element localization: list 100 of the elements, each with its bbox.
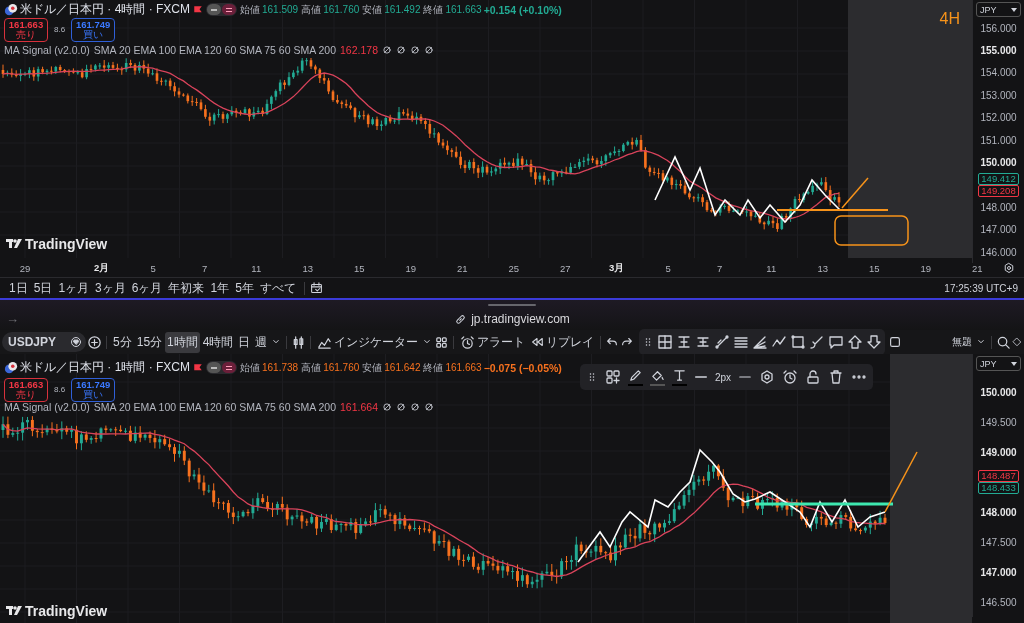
sell-button[interactable]: 161.663 売り (4, 378, 48, 402)
clock: 17:25:39 UTC+9 (944, 282, 1018, 294)
price-label: 153.000 (980, 89, 1017, 101)
time-label: 19 (920, 262, 932, 274)
symbol-title: 米ドル／日本円 · 4時間 · FXCM (20, 1, 190, 18)
line-width[interactable]: 2px (715, 371, 732, 383)
price-label: 150.000 (980, 386, 1017, 398)
price-label: 154.000 (980, 67, 1017, 79)
range-button[interactable]: 1年 (207, 279, 233, 297)
price-tag: 149.412 (978, 172, 1019, 185)
price-label: 151.000 (980, 134, 1017, 146)
time-label: 25 (508, 262, 520, 274)
indicator-name: MA Signal (v2.0.0) (4, 401, 90, 413)
range-button[interactable]: 5年 (232, 279, 257, 297)
ohlc-value: 161.492 (384, 4, 421, 15)
indicators-button[interactable]: インジケーター (315, 331, 421, 353)
url-text: jp.tradingview.com (471, 312, 570, 326)
ohlc-value: 161.663 (445, 362, 482, 373)
time-label: 21 (971, 262, 983, 274)
interval-button[interactable]: 日 (236, 331, 253, 353)
price-label: 149.500 (980, 416, 1017, 428)
ohlc-label: 始値 (240, 360, 260, 375)
sell-button[interactable]: 161.663 売り (4, 18, 48, 42)
indicator-value: 161.664 (340, 401, 378, 413)
price-label: 148.000 (980, 201, 1017, 213)
logo-text: TradingView (25, 603, 108, 619)
price-change: −0.075 (−0.05%) (483, 361, 562, 374)
price-label: 156.000 (980, 22, 1017, 34)
symbol-title: 米ドル／日本円 · 1時間 · FXCM (20, 359, 190, 376)
time-label: 15 (868, 262, 880, 274)
ohlc-label: 安値 (362, 360, 383, 375)
indicator-params: SMA 20 EMA 100 EMA 120 60 SMA 75 60 SMA 200 (93, 44, 337, 56)
ohlc-value: 161.760 (323, 4, 360, 15)
ohlc-label: 高値 (301, 360, 322, 375)
ohlc-value: 161.509 (262, 4, 299, 15)
time-label: 29 (19, 262, 31, 274)
range-button[interactable]: 5日 (30, 279, 56, 297)
buy-button[interactable]: 161.749 買い (71, 378, 116, 402)
price-change: +0.154 (+0.10%) (483, 3, 562, 16)
time-label: 21 (456, 262, 468, 274)
indicator-name: MA Signal (v2.0.0) (4, 44, 90, 56)
time-label: 13 (817, 262, 829, 274)
alert-button[interactable]: アラート (458, 331, 528, 353)
range-button[interactable]: 1ヶ月 (55, 279, 93, 297)
range-button[interactable]: 6ヶ月 (128, 279, 166, 297)
time-label: 11 (766, 262, 777, 274)
time-label: 2月 (94, 261, 110, 273)
price-tag: 148.487 (978, 470, 1019, 482)
ohlc-value: 161.663 (445, 4, 482, 15)
range-button[interactable]: 1日 (6, 279, 31, 297)
range-button[interactable]: すべて (256, 279, 299, 297)
price-tag: 148.433 (978, 482, 1019, 494)
ohlc-label: 終値 (423, 360, 444, 375)
range-button[interactable]: 3ヶ月 (92, 279, 129, 297)
price-label: 150.000 (980, 157, 1017, 169)
indicator-value: 162.178 (340, 44, 378, 56)
interval-button[interactable]: 週 (253, 331, 270, 353)
interval-button[interactable]: 5分 (111, 331, 134, 353)
indicator-params: SMA 20 EMA 100 EMA 120 60 SMA 75 60 SMA 200 (93, 401, 337, 413)
ohlc-label: 高値 (301, 2, 322, 17)
ohlc-label: 終値 (423, 2, 444, 17)
time-label: 5 (665, 262, 671, 274)
price-label: 147.000 (980, 224, 1017, 236)
ohlc-value: 161.760 (323, 362, 360, 373)
layout-name-button[interactable]: 無題 (950, 333, 974, 351)
interval-button[interactable]: 15分 (134, 331, 165, 353)
price-label: 147.500 (980, 536, 1017, 548)
time-label: 15 (353, 262, 365, 274)
spread-value: 8.6 (54, 25, 66, 34)
range-button[interactable]: 年初来 (165, 279, 208, 297)
price-label: 146.500 (980, 596, 1017, 608)
price-label: 147.000 (980, 566, 1017, 578)
ohlc-label: 始値 (240, 2, 260, 17)
time-label: 11 (251, 262, 262, 274)
price-label: 146.000 (980, 246, 1017, 258)
time-label: 5 (150, 262, 156, 274)
ohlc-label: 安値 (362, 2, 383, 17)
spread-value: 8.6 (54, 385, 66, 394)
interval-button[interactable]: 1時間 (165, 331, 200, 353)
interval-button[interactable]: 4時間 (200, 331, 236, 353)
time-label: 19 (405, 262, 417, 274)
ohlc-value: 161.738 (262, 362, 299, 373)
currency-select[interactable]: JPY (976, 2, 1021, 17)
price-label: 155.000 (980, 45, 1017, 57)
time-label: 7 (717, 262, 723, 274)
currency-select[interactable]: JPY (976, 356, 1021, 371)
logo-text: TradingView (25, 236, 108, 252)
price-label: 148.000 (980, 506, 1017, 518)
time-label: 3月 (609, 261, 625, 273)
time-label: 7 (202, 262, 208, 274)
buy-button[interactable]: 161.749 買い (71, 18, 116, 42)
replay-button[interactable]: リプレイ (528, 331, 597, 353)
price-label: 152.000 (980, 112, 1017, 124)
price-label: 149.000 (980, 446, 1017, 458)
time-label: 13 (302, 262, 314, 274)
symbol-button[interactable]: USDJPY (2, 332, 87, 352)
back-arrow[interactable]: → (6, 311, 19, 326)
time-label: 27 (559, 262, 571, 274)
timeframe-note: 4H (939, 10, 960, 28)
ohlc-value: 161.642 (384, 362, 421, 373)
